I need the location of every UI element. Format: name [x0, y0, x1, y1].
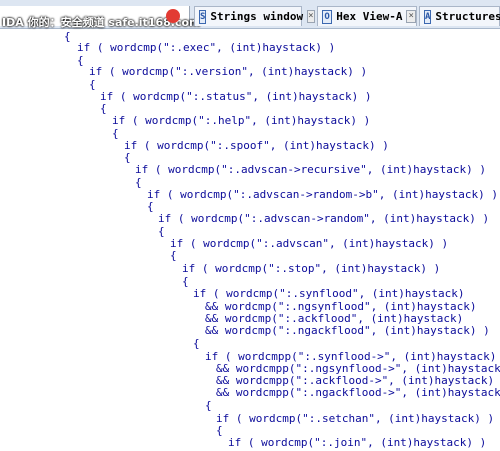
code-line: { — [205, 399, 212, 412]
code-line: { — [135, 176, 142, 189]
code-line: if ( wordcmp(":.advscan", (int)haystack)… — [170, 237, 449, 250]
code-line: if ( wordcmp(":.advscan->recursive", (in… — [135, 163, 486, 176]
tab-label: Structures — [435, 10, 500, 23]
code-line: if ( wordcmp(":.join", (int)haystack) ) — [228, 436, 487, 449]
code-line: if ( wordcmp(":.synflood", (int)haystack… — [193, 287, 465, 300]
code-line: { — [216, 424, 223, 437]
code-line: { — [64, 30, 71, 43]
code-line: if ( wordcmp(":.exec", (int)haystack) ) — [77, 41, 336, 54]
code-line: { — [182, 275, 189, 288]
strings-icon: S — [199, 9, 207, 24]
code-line: { — [89, 78, 96, 91]
close-icon[interactable]: × — [406, 10, 416, 23]
code-line: { — [112, 127, 119, 140]
hex-view-icon: O — [322, 9, 333, 24]
code-line: if ( wordcmp(":.stop", (int)haystack) ) — [182, 262, 441, 275]
pseudocode-view[interactable]: { if ( wordcmp(":.exec", (int)haystack) … — [0, 30, 500, 451]
structures-icon: A — [424, 9, 432, 24]
tab-pseudocode[interactable]: IDA 你的：安全频道 safe.it168.com — [0, 6, 201, 29]
tab-strings-window[interactable]: S Strings window × — [194, 6, 315, 26]
code-line: { — [170, 249, 177, 262]
code-line: if ( wordcmp(":.setchan", (int)haystack)… — [216, 412, 495, 425]
code-line: { — [193, 337, 200, 350]
code-line: if ( wordcmp(":.advscan->random->b", (in… — [147, 188, 498, 201]
code-line: if ( wordcmp(":.spoof", (int)haystack) ) — [124, 139, 389, 152]
code-line: && wordcmpp(":.ngackflood->", (int)hayst… — [216, 386, 500, 399]
code-line: { — [77, 54, 84, 67]
code-line: { — [100, 102, 107, 115]
code-line: { — [124, 151, 131, 164]
code-line: if ( wordcmp(":.version", (int)haystack)… — [89, 65, 368, 78]
code-line: if ( wordcmp(":.advscan->random", (int)h… — [158, 212, 490, 225]
code-line: { — [147, 200, 154, 213]
code-line: if ( wordcmp(":.help", (int)haystack) ) — [112, 114, 371, 127]
tab-label: Strings window — [210, 10, 304, 23]
code-line: if ( wordcmp(":.status", (int)haystack) … — [100, 90, 372, 103]
code-line: && wordcmp(":.ngackflood", (int)haystack… — [205, 324, 490, 337]
tab-hex-view[interactable]: O Hex View-A × — [317, 6, 417, 26]
code-line: { — [158, 225, 165, 238]
tab-label: Hex View-A — [336, 10, 403, 23]
tab-structures[interactable]: A Structures — [419, 6, 500, 26]
site-logo-icon — [166, 9, 180, 23]
tab-bar: IDA 你的：安全频道 safe.it168.com S Strings win… — [0, 0, 500, 29]
watermark: IDA 你的：安全频道 safe.it168.com — [2, 16, 201, 29]
close-icon[interactable]: × — [307, 10, 315, 23]
